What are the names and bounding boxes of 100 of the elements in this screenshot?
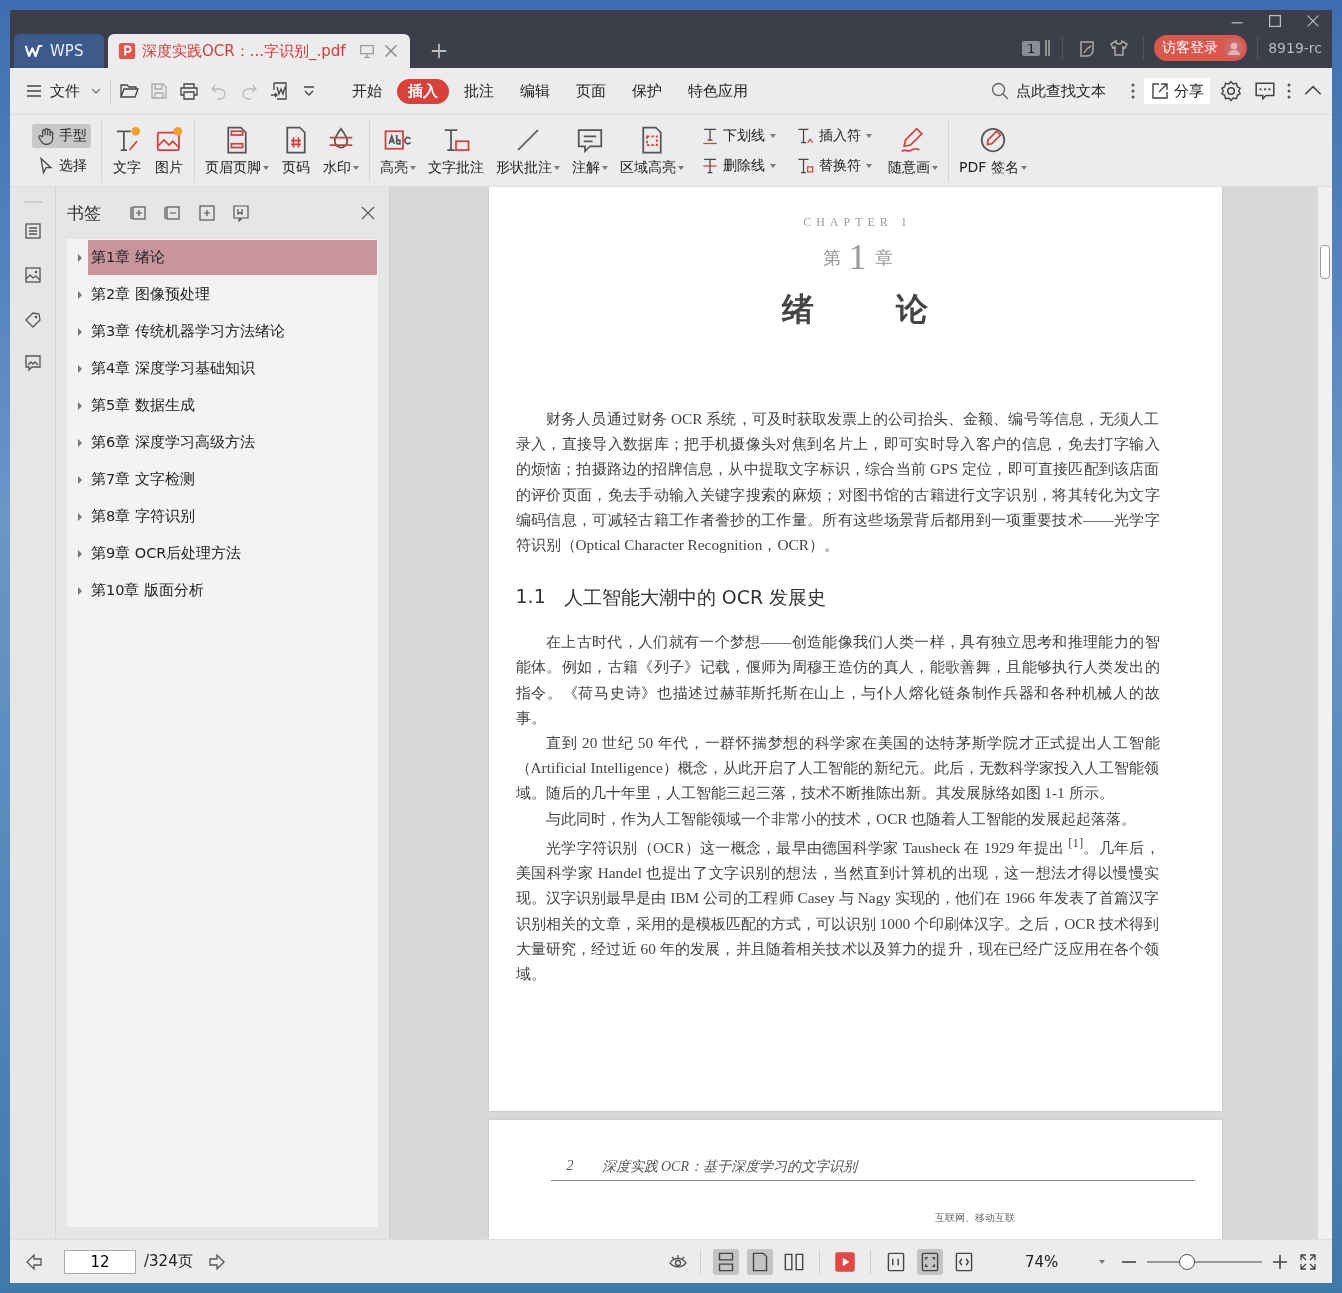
expand-all-icon[interactable] bbox=[129, 203, 149, 223]
share-button[interactable]: 分享 bbox=[1144, 78, 1210, 104]
paragraph: 财务人员通过财务 OCR 系统，可及时获取发票上的公司抬头、金额、编号等信息，无须人工录入，直接导入数据库；把手机摄像头对焦到名片上，即可实时导入客户的信息，免去打字输入的烦恼；拍摄路边的招牌信息，从中提取文字标识，综合当前 GPS 定位，即可直接匹配到该店面的评价页面，免去手动输入关键字搜索的麻烦；对图书馆的古籍进行文字识别，将其转化为文字编码信息，可减轻古籍工作者誊抄的工作量。所有这些场景背后都用到一项重要技术——光学字符识别（Optical Character Recognition，OCR）。 bbox=[515, 409, 1160, 555]
new-tab-plus-icon[interactable] bbox=[430, 42, 448, 60]
fullscreen-icon[interactable] bbox=[1298, 1251, 1318, 1272]
chat-icon[interactable] bbox=[1254, 80, 1276, 102]
expand-caret-icon[interactable] bbox=[78, 475, 82, 484]
section-number: 1.1 bbox=[515, 585, 546, 610]
select-tool-button[interactable]: 选择 bbox=[32, 153, 91, 178]
menu-tab[interactable]: 编辑 bbox=[509, 78, 561, 104]
annotation-button[interactable]: 注解 bbox=[568, 124, 612, 177]
single-page-icon[interactable] bbox=[747, 1248, 773, 1275]
list-icon[interactable] bbox=[22, 221, 43, 241]
slider-thumb[interactable] bbox=[1179, 1253, 1196, 1270]
share-icon bbox=[1150, 81, 1170, 101]
text-comment-button[interactable]: 文字批注 bbox=[424, 124, 488, 177]
previous-page-icon[interactable] bbox=[24, 1251, 44, 1272]
bookmark-item[interactable]: 第5章 数据生成 bbox=[88, 388, 377, 423]
folder-icon[interactable] bbox=[119, 81, 139, 101]
highlight-button[interactable]: 高亮 bbox=[376, 124, 420, 177]
scrollbar[interactable] bbox=[1318, 187, 1332, 1239]
bars-icon bbox=[1044, 38, 1053, 58]
image-icon[interactable] bbox=[22, 265, 43, 285]
fit-page-icon[interactable] bbox=[917, 1248, 943, 1275]
monitor-icon[interactable] bbox=[358, 42, 376, 60]
page-number-input[interactable]: 12 bbox=[64, 1249, 136, 1274]
expand-caret-icon[interactable] bbox=[78, 290, 82, 299]
more-icon[interactable] bbox=[1130, 81, 1136, 101]
menu-tab[interactable]: 插入 bbox=[397, 78, 449, 104]
home-tab[interactable]: WPS bbox=[14, 34, 104, 68]
expand-caret-icon[interactable] bbox=[78, 438, 82, 447]
expand-caret-icon[interactable] bbox=[78, 364, 82, 373]
text-tool-button[interactable]: 文字 bbox=[108, 124, 146, 177]
expand-caret-icon[interactable] bbox=[78, 549, 82, 558]
paragraph: 直到 20 世纪 50 年代，一群怀揣梦想的科学家在美国的达特茅斯学院才正式提出人工智能（Artificial Intelligence）概念，从此开启了人工智能的新纪元。此后，无数科学家投入人工智能领域。随后的几十年里，人工智能三起三落，技术不断推陈出新。其发展脉络如图 1-1 所示。 bbox=[515, 733, 1160, 804]
guest-login-button[interactable]: 访客登录 bbox=[1154, 35, 1248, 61]
expand-caret-icon[interactable] bbox=[78, 253, 82, 262]
bookmark-item[interactable]: 第6章 深度学习高级方法 bbox=[88, 425, 377, 460]
paragraph: 光学字符识别（OCR）这一概念，最早由德国科学家 Tausheck 在 1929 年提出 $^{[1]}$。几年后，美国科学家 Handel 也提出了文字识别的想法，当然直到计算机的出现，这一想法才得以慢慢实现。汉字识别最早是由 IBM 公司的工程师 Casey 与 Nagy 实现的，他们在 1966 年发表了首篇汉字识别相关的文章，采用的是模板匹配的方式，可以识别 1000 个印刷体汉字。之后，OCR 技术得到大量研究，经过近 60 年的发展，并且随着相关技术以及算力的提升，现在已经广泛应用在各个领域。 bbox=[515, 834, 1160, 984]
continuous-page-icon[interactable] bbox=[713, 1248, 739, 1275]
menu-tab[interactable]: 开始 bbox=[341, 78, 393, 104]
replace-mark-button[interactable]: 替换符 bbox=[792, 153, 876, 178]
next-page-icon[interactable] bbox=[206, 1251, 227, 1272]
expand-caret-icon[interactable] bbox=[78, 512, 82, 521]
document-tab[interactable]: 深度实践OCR：...字识别_.pdf bbox=[108, 34, 410, 68]
file-menu-button[interactable]: 文件 bbox=[24, 81, 102, 101]
page-total: /324页 bbox=[144, 1252, 193, 1271]
zoom-dropdown[interactable]: 74% bbox=[1025, 1252, 1111, 1271]
image-comment-icon[interactable] bbox=[22, 353, 43, 373]
print-icon[interactable] bbox=[179, 81, 199, 101]
menu-tab[interactable]: 保护 bbox=[621, 78, 673, 104]
hand-tool-button[interactable]: 手型 bbox=[32, 123, 91, 148]
image-tool-button[interactable]: 图片 bbox=[150, 124, 188, 177]
shape-comment-button[interactable]: 形状批注 bbox=[492, 124, 564, 177]
insert-mark-button[interactable]: 插入符 bbox=[792, 123, 876, 148]
menu-tab[interactable]: 页面 bbox=[565, 78, 617, 104]
menu-tab[interactable]: 批注 bbox=[453, 78, 505, 104]
add-bookmark-icon[interactable] bbox=[197, 203, 217, 223]
maximize-icon[interactable] bbox=[1266, 12, 1284, 30]
page-number: 2 bbox=[566, 1158, 574, 1175]
shirt-icon[interactable] bbox=[1109, 38, 1130, 58]
bookmark-item[interactable]: 第3章 传统机器学习方法绪论 bbox=[88, 314, 377, 349]
settings-icon[interactable] bbox=[1220, 80, 1242, 102]
page-count-badge[interactable]: 1 bbox=[1021, 40, 1041, 56]
pdf-file-icon bbox=[118, 42, 136, 60]
bookmark-item[interactable]: 第10章 版面分析 bbox=[88, 573, 377, 608]
watermark-button[interactable]: 水印 bbox=[319, 124, 363, 177]
close-icon[interactable] bbox=[382, 42, 400, 60]
expand-caret-icon[interactable] bbox=[78, 327, 82, 336]
chapter-suffix: 章 bbox=[874, 247, 893, 270]
bookmark-item[interactable]: 第7章 文字检测 bbox=[88, 462, 377, 497]
expand-caret-icon[interactable] bbox=[78, 401, 82, 410]
bookmark-item[interactable]: 第9章 OCR后处理方法 bbox=[88, 536, 377, 571]
paragraph: 与此同时，作为人工智能领域一个非常小的技术，OCR 也随着人工智能的发展起起落落。 bbox=[545, 808, 1138, 829]
running-header: 深度实践 OCR：基于深度学习的文字识别 bbox=[601, 1158, 857, 1176]
more-icon[interactable] bbox=[1286, 81, 1292, 101]
section-heading: 人工智能大潮中的 OCR 发展史 bbox=[563, 585, 827, 611]
freehand-draw-button[interactable]: 随意画 bbox=[884, 124, 942, 177]
bookmark-icon[interactable] bbox=[231, 203, 251, 223]
pdf-sign-button[interactable]: PDF 签名 bbox=[955, 124, 1031, 177]
search-icon bbox=[990, 81, 1010, 101]
chapter-prefix: 第 bbox=[822, 247, 841, 270]
bookmark-item[interactable]: 第4章 深度学习基础知识 bbox=[88, 351, 377, 386]
chapter-label: CHAPTER 1 bbox=[802, 215, 913, 230]
menu-tab[interactable]: 特色应用 bbox=[677, 78, 759, 104]
bookmark-item[interactable]: 第1章 绪论 bbox=[88, 240, 377, 275]
area-highlight-button[interactable]: 区域高亮 bbox=[616, 124, 688, 177]
collapse-all-icon[interactable] bbox=[163, 203, 183, 223]
user-id: 8919-rc bbox=[1268, 40, 1322, 56]
expand-caret-icon[interactable] bbox=[78, 586, 82, 595]
underline-button[interactable]: 下划线 bbox=[696, 123, 780, 148]
bookmark-item[interactable]: 第2章 图像预处理 bbox=[88, 277, 377, 312]
bookmark-item[interactable]: 第8章 字符识别 bbox=[88, 499, 377, 534]
strikethrough-button[interactable]: 删除线 bbox=[696, 153, 780, 178]
page-number-button[interactable]: 页码 bbox=[277, 124, 315, 177]
header-footer-button[interactable]: 页眉页脚 bbox=[201, 124, 273, 177]
panel-title: 书签 bbox=[67, 201, 101, 225]
paragraph: 在上古时代，人们就有一个梦想——创造能像我们人类一样，具有独立思考和推理能力的智能体。例如，古籍《列子》记载，偃师为周穆王造仿的真人，能歌善舞，且能够执行人类发出的指令。《荷马史诗》也描述过赫菲斯托斯在山上，与仆人熔化链条制作兵器和各种机械人的故事。 bbox=[515, 632, 1160, 728]
search-field[interactable]: 点此查找文本 bbox=[990, 81, 1122, 101]
export-icon[interactable] bbox=[269, 81, 289, 101]
